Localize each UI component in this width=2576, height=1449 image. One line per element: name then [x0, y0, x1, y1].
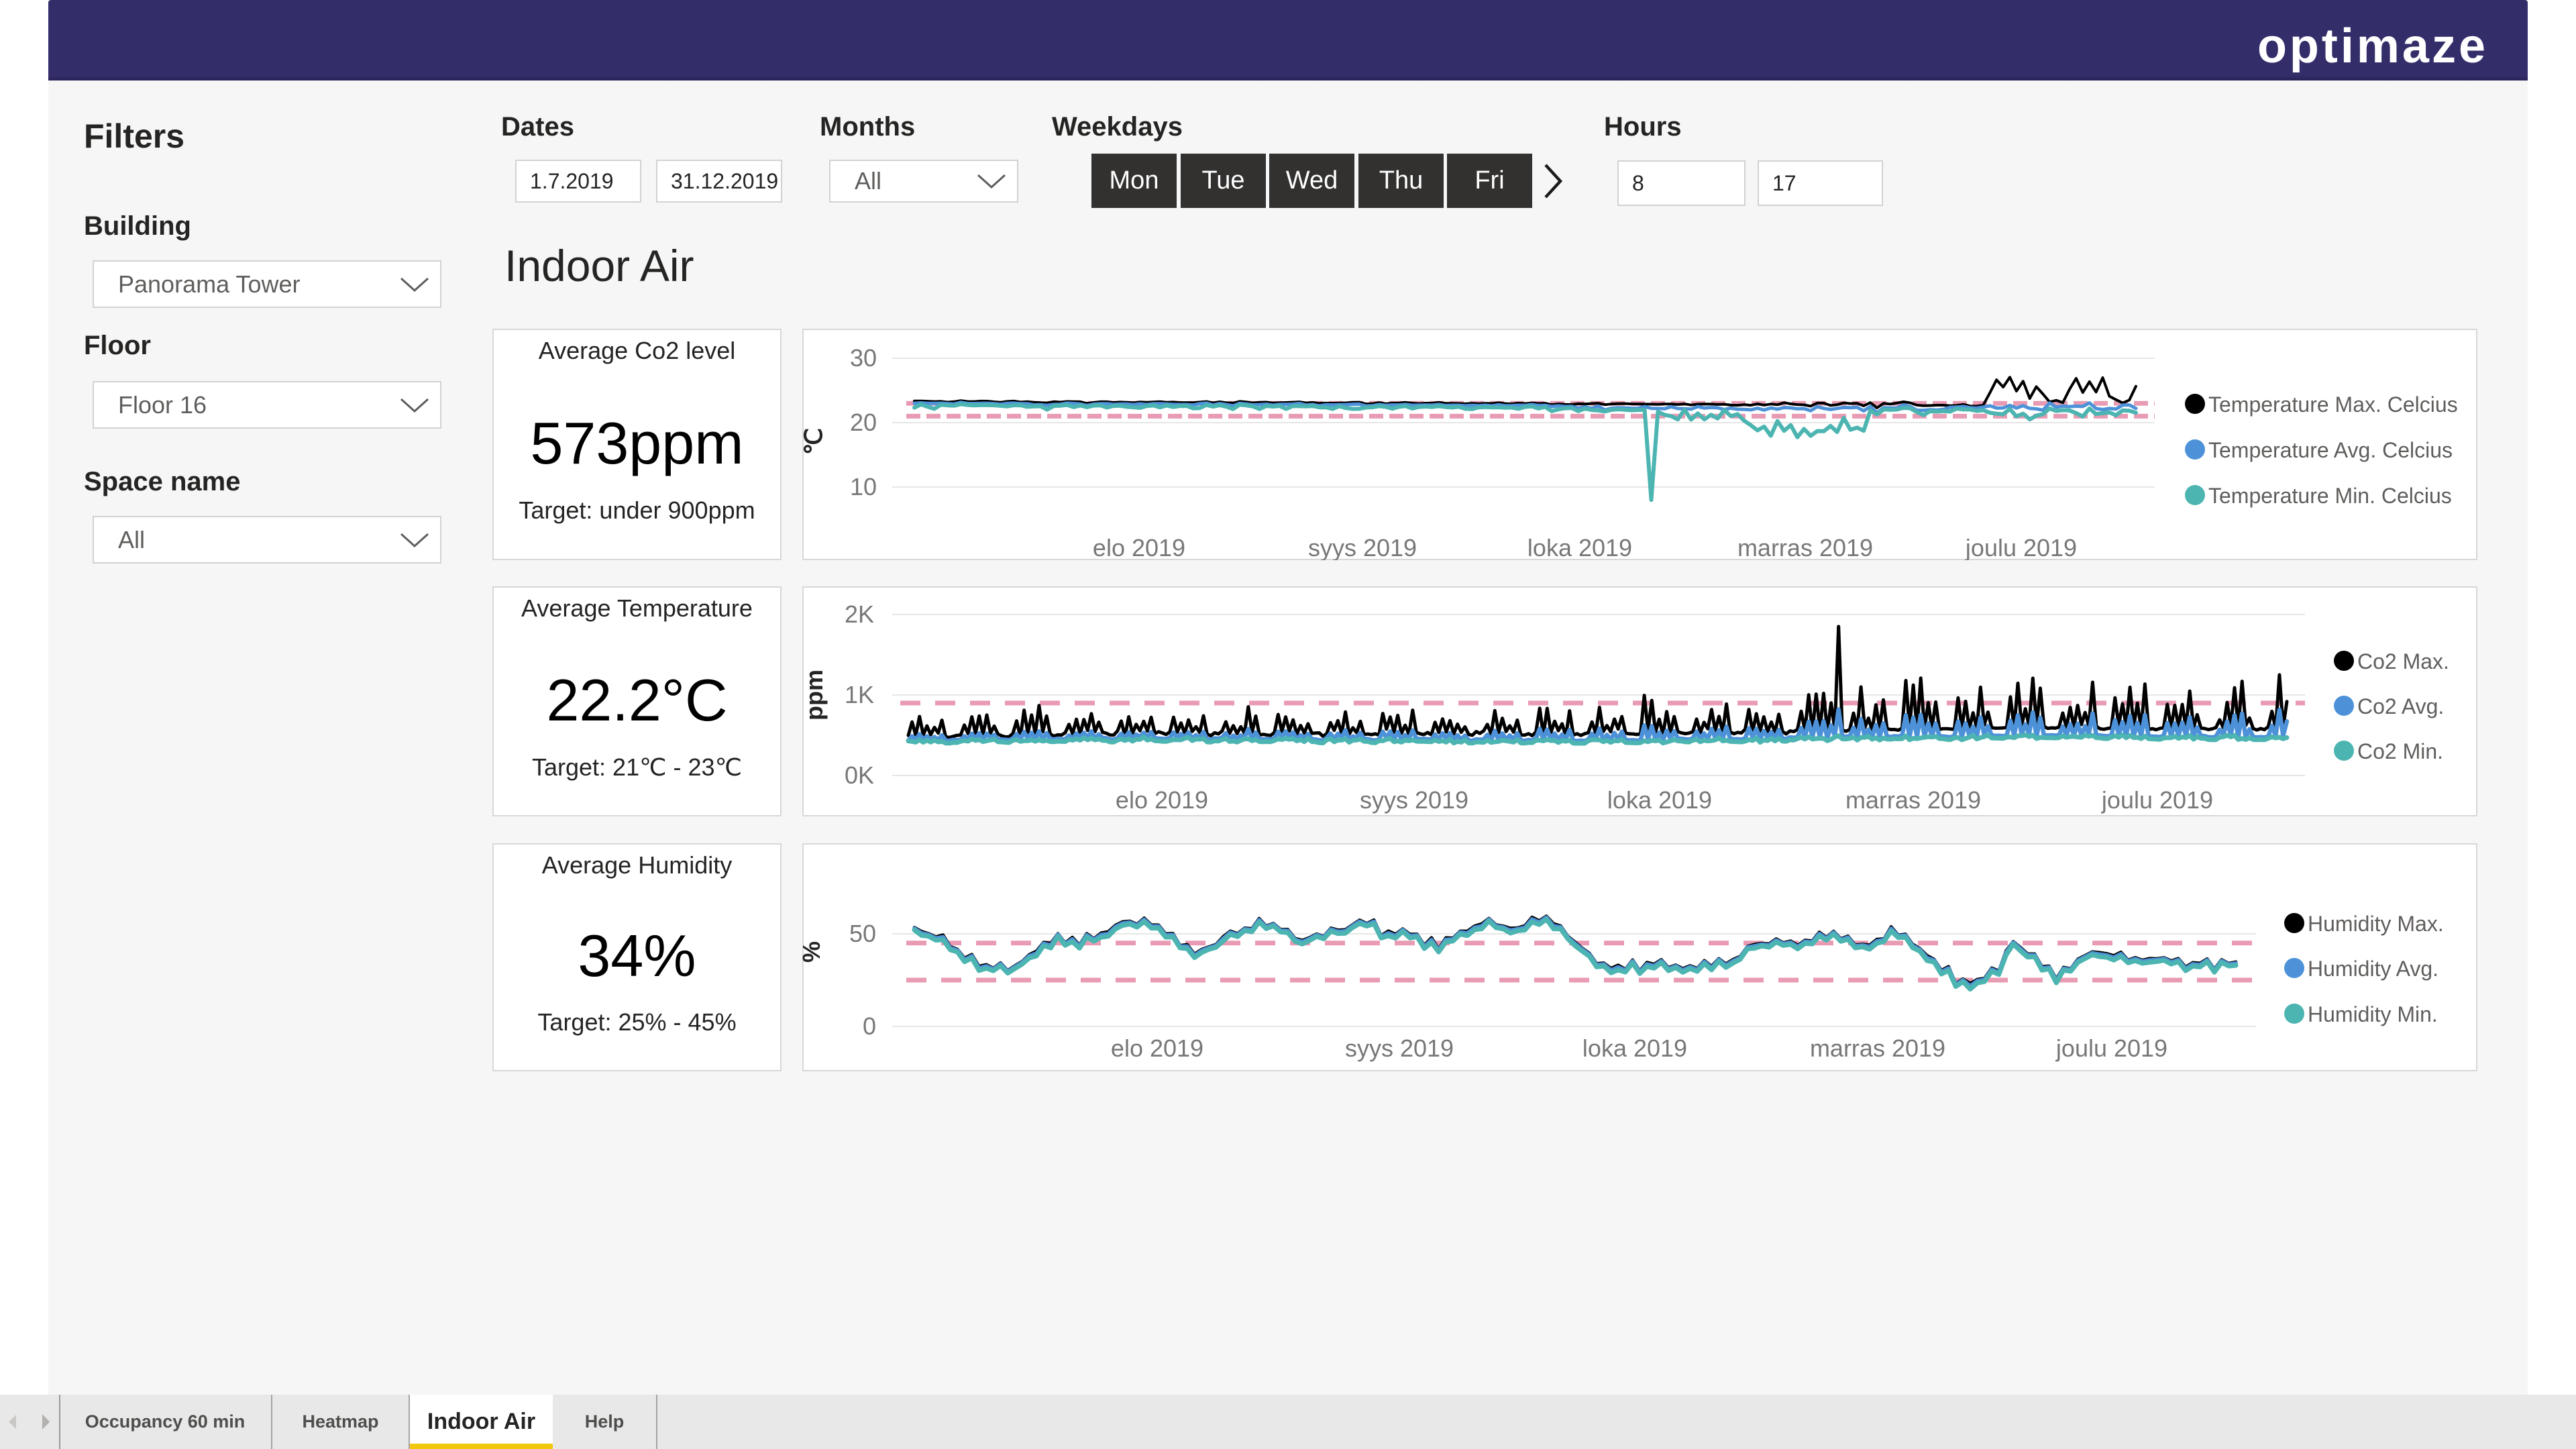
svg-text:Temperature Avg. Celcius: Temperature Avg. Celcius: [2208, 438, 2453, 462]
svg-text:Humidity Max.: Humidity Max.: [2308, 912, 2444, 936]
svg-text:loka 2019: loka 2019: [1607, 786, 1712, 814]
svg-text:syys 2019: syys 2019: [1360, 786, 1468, 814]
svg-text:10: 10: [850, 473, 877, 500]
svg-text:elo 2019: elo 2019: [1093, 534, 1185, 560]
svg-text:elo 2019: elo 2019: [1116, 786, 1208, 814]
svg-text:loka 2019: loka 2019: [1582, 1034, 1687, 1062]
svg-text:loka 2019: loka 2019: [1527, 534, 1632, 560]
svg-text:elo 2019: elo 2019: [1111, 1034, 1203, 1062]
svg-text:Humidity Avg.: Humidity Avg.: [2308, 957, 2438, 981]
svg-text:joulu 2019: joulu 2019: [2101, 786, 2213, 814]
svg-text:syys 2019: syys 2019: [1345, 1034, 1454, 1062]
svg-text:Co2 Avg.: Co2 Avg.: [2357, 694, 2444, 718]
svg-text:joulu 2019: joulu 2019: [2055, 1034, 2167, 1062]
svg-text:0: 0: [863, 1012, 876, 1040]
svg-text:ppm: ppm: [802, 669, 828, 720]
svg-text:2K: 2K: [845, 600, 874, 628]
svg-text:Temperature Max. Celcius: Temperature Max. Celcius: [2208, 392, 2458, 417]
svg-text:Co2 Min.: Co2 Min.: [2357, 739, 2443, 763]
svg-text:marras 2019: marras 2019: [1737, 534, 1873, 560]
svg-text:Temperature Min. Celcius: Temperature Min. Celcius: [2208, 484, 2452, 508]
svg-text:Humidity Min.: Humidity Min.: [2308, 1002, 2438, 1026]
svg-text:30: 30: [850, 344, 877, 372]
svg-text:syys 2019: syys 2019: [1308, 534, 1417, 560]
svg-text:0K: 0K: [845, 761, 874, 789]
svg-text:℃: ℃: [802, 428, 827, 455]
svg-text:%: %: [802, 941, 825, 963]
svg-text:marras 2019: marras 2019: [1845, 786, 1981, 814]
svg-text:joulu 2019: joulu 2019: [1965, 534, 2077, 560]
svg-text:1K: 1K: [845, 681, 874, 708]
svg-text:50: 50: [849, 920, 876, 947]
svg-text:Co2 Max.: Co2 Max.: [2357, 649, 2449, 674]
svg-text:marras 2019: marras 2019: [1810, 1034, 1945, 1062]
svg-text:20: 20: [850, 409, 877, 436]
